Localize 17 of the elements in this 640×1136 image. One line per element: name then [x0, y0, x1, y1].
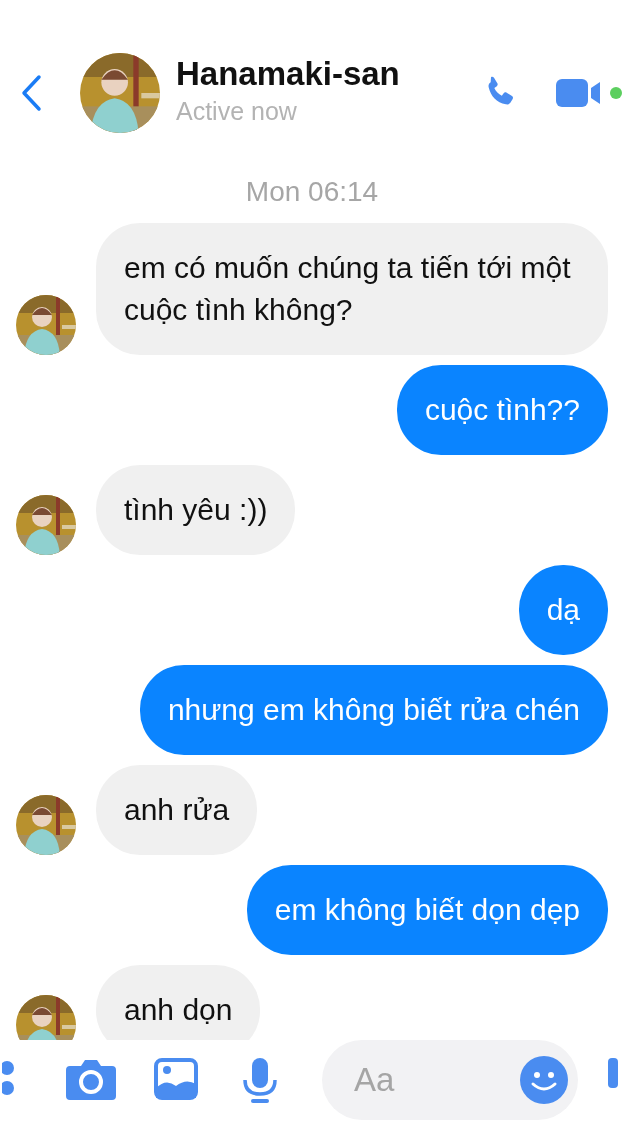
- message-bubble: anh rửa: [96, 765, 258, 855]
- camera-icon[interactable]: [66, 1058, 116, 1100]
- message-input[interactable]: Aa: [322, 1040, 578, 1120]
- message-bubble: nhưng em không biết rửa chén: [139, 665, 608, 755]
- message-bubble: dạ: [518, 565, 608, 655]
- image-icon[interactable]: [154, 1058, 198, 1100]
- contact-name: Hanamaki-san: [176, 54, 401, 93]
- emoji-icon[interactable]: [520, 1056, 568, 1104]
- message-bubble: tình yêu :)): [96, 465, 296, 555]
- message-bubble: anh dọn: [96, 965, 261, 1040]
- message-bubble: cuộc tình??: [396, 365, 608, 455]
- microphone-icon[interactable]: [242, 1058, 278, 1104]
- status-text: Active now: [176, 95, 298, 127]
- message-bubble: em không biết dọn dẹp: [246, 865, 608, 955]
- timestamp: Mon 06:14: [244, 175, 380, 209]
- message-bubble: em có muốn chúng ta tiến tới một cuộc tình không?: [96, 223, 608, 355]
- message-field[interactable]: Aa: [352, 1054, 520, 1106]
